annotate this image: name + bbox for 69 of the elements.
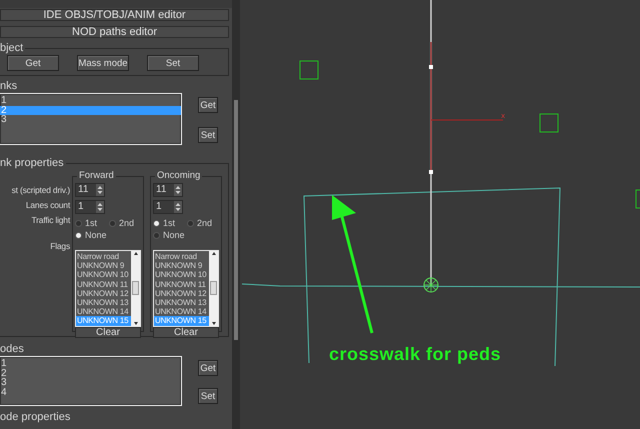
object-button[interactable]: Set (147, 55, 199, 71)
nodes-button[interactable]: Set (198, 388, 218, 404)
flag-item[interactable]: Narrow road (154, 252, 209, 262)
flag-item[interactable]: UNKNOWN 14 (76, 307, 131, 316)
object-button[interactable]: Get (7, 55, 59, 71)
list-item[interactable]: 2 (0, 368, 181, 378)
flag-item[interactable]: UNKNOWN 15 (154, 316, 209, 326)
flag-item[interactable]: UNKNOWN 13 (154, 298, 209, 308)
list-item[interactable]: 2 (0, 106, 181, 115)
scroll-thumb[interactable] (210, 281, 217, 296)
radio-option[interactable]: 1st (153, 218, 181, 229)
clear-button[interactable]: Clear (75, 326, 141, 338)
list-item[interactable]: 1 (0, 359, 181, 368)
spin-arrows-icon[interactable] (96, 184, 104, 196)
flag-item[interactable]: UNKNOWN 12 (154, 288, 209, 298)
radio-option[interactable]: None (75, 230, 107, 241)
group-title: bject (0, 41, 26, 55)
flag-item[interactable]: UNKNOWN 11 (76, 280, 131, 289)
object-button[interactable]: Mass mode (77, 55, 129, 71)
spin-field[interactable]: 1 (153, 200, 183, 214)
nodes-button[interactable]: Get (198, 360, 218, 376)
spin-arrows-icon[interactable] (96, 201, 104, 213)
spin-field[interactable]: 11 (153, 183, 183, 197)
editor-button[interactable]: NOD paths editor (0, 26, 229, 38)
property-label: Traffic light (32, 214, 70, 227)
scroll-thumb[interactable] (132, 281, 139, 296)
group-title: Oncoming (155, 169, 202, 183)
list-item[interactable]: 3 (0, 115, 181, 124)
flag-item[interactable]: UNKNOWN 15 (76, 316, 131, 326)
flag-item[interactable]: UNKNOWN 9 (76, 261, 131, 270)
radio-option[interactable]: 2nd (109, 218, 137, 229)
section-title: nks (0, 80, 18, 93)
spin-field[interactable]: 1 (75, 200, 105, 214)
panel-scrollbar[interactable] (232, 0, 240, 429)
scrollbar[interactable] (209, 251, 218, 326)
links-button[interactable]: Set (198, 127, 218, 143)
property-label: Flags (50, 240, 70, 253)
flag-item[interactable]: UNKNOWN 10 (154, 270, 209, 280)
scroll-up-icon[interactable] (210, 251, 216, 256)
flag-item[interactable]: Narrow road (76, 252, 131, 262)
section-title: ode properties (0, 411, 72, 424)
square-marker (540, 114, 558, 132)
links-button[interactable]: Get (198, 97, 218, 113)
flag-item[interactable]: UNKNOWN 9 (154, 261, 209, 270)
scrollbar[interactable] (131, 251, 140, 326)
flag-item[interactable]: UNKNOWN 11 (154, 280, 209, 289)
radio-option[interactable]: 2nd (187, 218, 215, 229)
flag-item[interactable]: UNKNOWN 12 (76, 288, 131, 298)
group-title: nk properties (0, 156, 66, 170)
node-marker-icon (424, 278, 438, 292)
clear-button[interactable]: Clear (153, 326, 219, 338)
section-title: odes (0, 343, 25, 356)
scroll-up-icon[interactable] (132, 251, 138, 256)
list-item[interactable]: 3 (0, 378, 181, 388)
square-marker (300, 60, 318, 80)
radio-option[interactable]: None (153, 230, 185, 241)
editor-button[interactable]: IDE OBJS/TOBJ/ANIM editor (0, 9, 229, 21)
list-item[interactable]: 4 (0, 388, 181, 397)
radio-option[interactable]: 1st (75, 218, 103, 229)
flag-item[interactable]: UNKNOWN 14 (154, 307, 209, 316)
property-label: st (scripted driv.) (12, 184, 70, 197)
flag-item[interactable]: UNKNOWN 13 (76, 298, 131, 308)
annotation-text: crosswalk for peds (329, 344, 502, 365)
spin-arrows-icon[interactable] (174, 184, 182, 196)
spin-arrows-icon[interactable] (174, 201, 182, 213)
spin-field[interactable]: 11 (75, 183, 105, 197)
list-item[interactable]: 1 (0, 96, 181, 106)
property-label: Lanes count (26, 199, 70, 212)
flag-item[interactable]: UNKNOWN 10 (76, 270, 131, 280)
